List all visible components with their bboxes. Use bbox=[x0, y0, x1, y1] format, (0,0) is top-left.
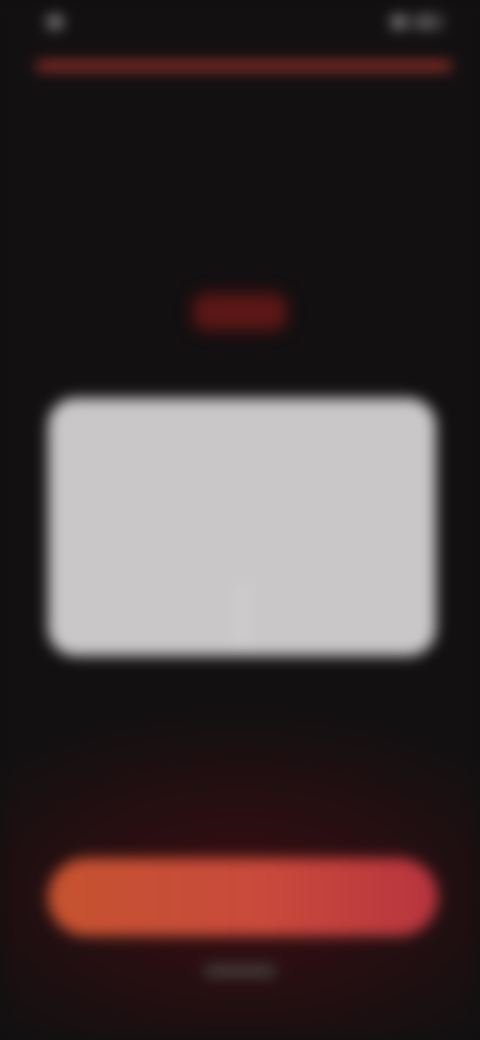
status-bar bbox=[0, 0, 480, 48]
app-logo-icon bbox=[184, 272, 296, 352]
app-logo-shape bbox=[195, 295, 285, 329]
battery-icon bbox=[414, 16, 442, 28]
status-bar-right bbox=[392, 16, 442, 28]
app-screen bbox=[0, 0, 480, 1040]
onboarding-progress-bar bbox=[36, 62, 452, 70]
permission-dialog bbox=[48, 398, 436, 656]
onboarding-progress-fill bbox=[36, 62, 452, 70]
signal-icon bbox=[48, 16, 62, 28]
status-bar-left bbox=[38, 16, 62, 28]
dialog-deny-button[interactable] bbox=[48, 613, 241, 615]
dialog-button-row bbox=[48, 572, 436, 656]
wifi-icon bbox=[392, 16, 406, 28]
dialog-allow-button[interactable] bbox=[243, 613, 436, 615]
home-indicator[interactable] bbox=[204, 966, 276, 976]
continue-button[interactable] bbox=[48, 858, 438, 936]
